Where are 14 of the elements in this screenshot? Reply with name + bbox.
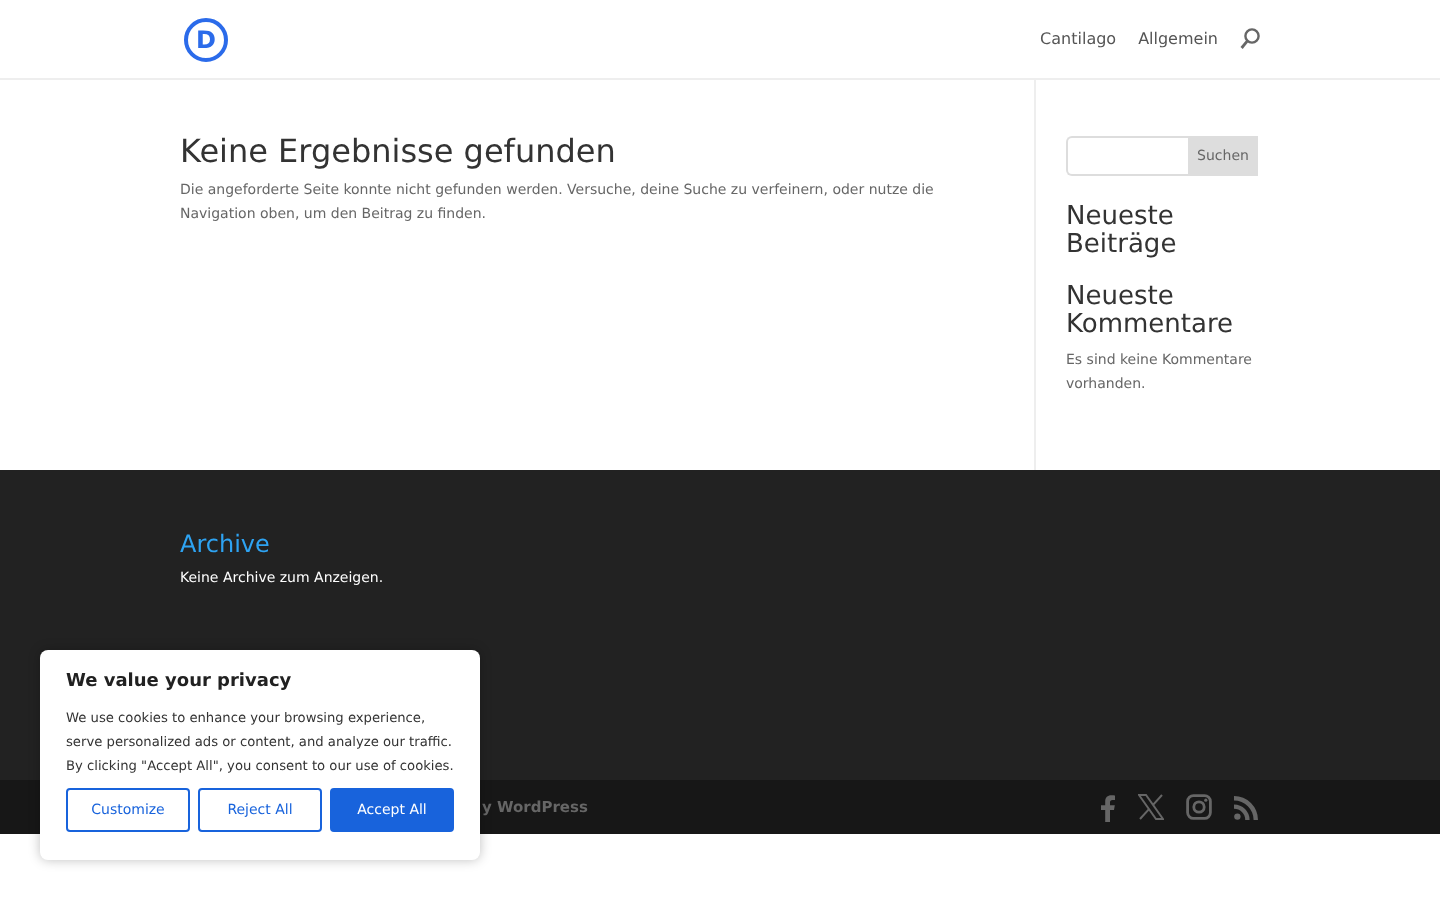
widget-title: Neueste Kommentare (1066, 284, 1236, 340)
facebook-icon[interactable] (1100, 793, 1116, 821)
rss-icon[interactable] (1234, 795, 1258, 819)
footer-widget-title: Archive (180, 530, 272, 558)
page-title: Keine Ergebnisse gefunden (180, 132, 618, 170)
logo-icon[interactable]: D (184, 17, 228, 61)
nav-link[interactable]: Allgemein (1138, 30, 1218, 48)
cookie-title: We value your privacy (66, 672, 294, 692)
instagram-icon[interactable] (1186, 794, 1212, 820)
nav-link[interactable]: Cantilago (1040, 30, 1117, 48)
widget-title: Neueste Beiträge (1066, 204, 1179, 260)
x-icon[interactable] (1138, 794, 1164, 820)
search-icon[interactable] (1240, 28, 1260, 50)
search-field[interactable] (1066, 136, 1188, 176)
